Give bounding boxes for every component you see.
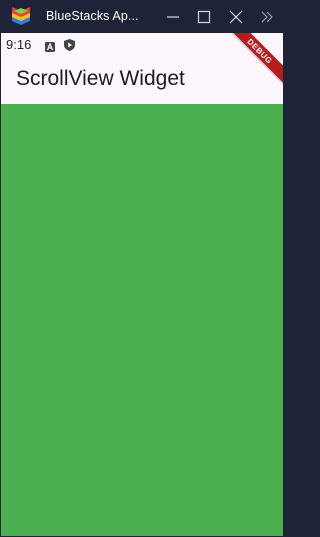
maximize-icon xyxy=(197,10,211,24)
notification-a-icon xyxy=(45,39,55,52)
window-title: BlueStacks Ap... xyxy=(46,9,139,23)
scroll-view-content[interactable] xyxy=(1,104,283,536)
window-titlebar[interactable]: BlueStacks Ap... xyxy=(0,0,285,33)
app-bar: ScrollView Widget xyxy=(1,55,283,104)
android-status-bar: 9:16 xyxy=(1,33,283,55)
minimize-button[interactable] xyxy=(162,6,184,28)
minimize-icon xyxy=(167,16,179,18)
maximize-button[interactable] xyxy=(193,6,215,28)
close-button[interactable] xyxy=(225,6,247,28)
close-icon xyxy=(229,10,243,24)
device-screen: 9:16 ScrollView Widget DEBUG xyxy=(1,33,283,536)
emulator-window: BlueStacks Ap... 9:16 ScrollView Widget … xyxy=(0,0,285,537)
bluestacks-logo-icon xyxy=(10,6,32,28)
expand-sidebar-button[interactable] xyxy=(256,6,278,28)
double-chevron-right-icon xyxy=(261,11,273,23)
shield-icon xyxy=(64,38,75,51)
page-title: ScrollView Widget xyxy=(16,67,185,90)
status-time: 9:16 xyxy=(6,37,32,52)
